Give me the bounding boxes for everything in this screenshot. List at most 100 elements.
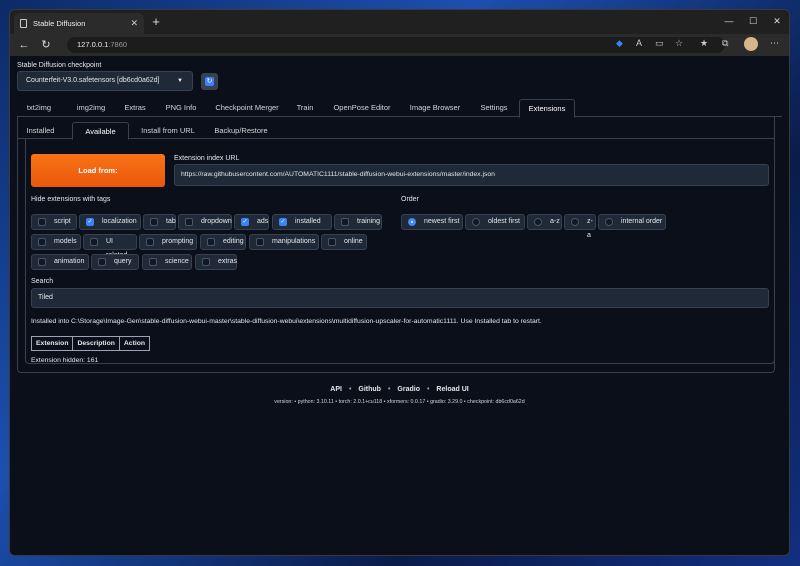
unchecked-box-icon: [256, 238, 264, 246]
page-icon: [20, 19, 27, 28]
collections-icon[interactable]: ⧉: [722, 38, 728, 49]
tag-checkbox-editing[interactable]: editing: [200, 234, 246, 250]
footer-link-api[interactable]: API: [330, 386, 342, 393]
unchecked-box-icon: [207, 238, 215, 246]
subtab-available[interactable]: Available: [72, 122, 129, 140]
maximize-button[interactable]: ☐: [741, 10, 765, 34]
tag-checkbox-script[interactable]: script: [31, 214, 77, 230]
menu-icon[interactable]: ⋯: [770, 38, 779, 49]
tag-label: training: [357, 218, 380, 225]
tab-train[interactable]: Train: [291, 99, 319, 117]
col-description: Description: [72, 336, 120, 351]
tag-checkbox-tab[interactable]: tab: [143, 214, 176, 230]
order-radio-oldest-first[interactable]: oldest first: [465, 214, 525, 230]
unchecked-box-icon: [90, 238, 98, 246]
tag-checkbox-ui-related[interactable]: UI related: [83, 234, 137, 259]
window-controls: — ☐ ✕: [717, 10, 789, 34]
favorite-icon[interactable]: ☆: [675, 38, 683, 49]
close-window-button[interactable]: ✕: [765, 10, 789, 34]
checkpoint-dropdown[interactable]: Counterfeit-V3.0.safetensors [db6cd0a62d…: [17, 71, 193, 91]
search-label: Search: [31, 278, 54, 285]
main-tabs: txt2img img2img Extras PNG Info Checkpoi…: [17, 99, 782, 118]
url-field[interactable]: i127.0.0.1:7860: [67, 37, 725, 308]
tag-label: prompting: [162, 238, 194, 245]
profile-avatar[interactable]: [744, 37, 758, 51]
subtab-installed[interactable]: Installed: [18, 122, 63, 139]
tag-checkbox-science[interactable]: science: [142, 254, 192, 270]
radio-icon: [605, 218, 613, 226]
tag-checkbox-dropdown[interactable]: dropdown: [178, 214, 232, 230]
tag-checkbox-prompting[interactable]: prompting: [139, 234, 197, 250]
tab-txt2img[interactable]: txt2img: [17, 99, 61, 117]
subtab-install-from-url[interactable]: Install from URL: [133, 122, 203, 139]
favorites-icon[interactable]: ★: [700, 38, 708, 49]
tag-checkbox-online[interactable]: online: [321, 234, 367, 250]
radio-icon: [534, 218, 542, 226]
unchecked-box-icon: [38, 218, 46, 226]
tag-checkbox-models[interactable]: models: [31, 234, 81, 250]
minimize-button[interactable]: —: [717, 10, 741, 34]
reload-icon[interactable]: ↻: [38, 37, 54, 53]
footer-link-reload-ui[interactable]: Reload UI: [436, 386, 468, 393]
tab-image-browser[interactable]: Image Browser: [403, 99, 467, 117]
load-from-button[interactable]: Load from:: [31, 154, 165, 187]
tag-label: manipulations: [272, 238, 316, 245]
tag-checkbox-animation[interactable]: animation: [31, 254, 89, 270]
refresh-checkpoint-button[interactable]: ↻: [201, 73, 218, 90]
tag-label: localization: [102, 218, 137, 225]
tab-settings[interactable]: Settings: [473, 99, 515, 117]
col-extension: Extension: [30, 336, 74, 351]
unchecked-box-icon: [185, 218, 193, 226]
tab-img2img[interactable]: img2img: [68, 99, 114, 117]
tag-label: extras: [218, 258, 238, 265]
unchecked-box-icon: [202, 258, 210, 266]
tag-label: dropdown: [201, 218, 232, 225]
order-label: a-z: [550, 218, 560, 225]
unchecked-box-icon: [150, 218, 158, 226]
webui-page: Stable Diffusion checkpoint Counterfeit-…: [10, 56, 789, 555]
extension-subtabs: Installed Available Install from URL Bac…: [18, 122, 775, 140]
checkpoint-label: Stable Diffusion checkpoint: [17, 62, 102, 69]
checked-box-icon: ✓: [86, 218, 94, 226]
refresh-icon: ↻: [205, 77, 214, 86]
tab-checkpoint-merger[interactable]: Checkpoint Merger: [209, 99, 285, 117]
order-radio-internal-order[interactable]: internal order: [598, 214, 666, 230]
tag-label: tab: [166, 218, 176, 225]
read-aloud-icon[interactable]: A: [636, 38, 642, 48]
tag-label: science: [165, 258, 189, 265]
footer-link-github[interactable]: Github: [358, 386, 381, 393]
tag-checkbox-installed[interactable]: ✓ installed: [272, 214, 332, 230]
url-port: :7860: [108, 40, 128, 49]
new-tab-button[interactable]: +: [147, 13, 165, 31]
subtab-backup-restore[interactable]: Backup/Restore: [208, 122, 274, 139]
tab-extensions[interactable]: Extensions: [519, 99, 575, 118]
order-radio-z-a[interactable]: z-a: [564, 214, 596, 239]
tab-openpose-editor[interactable]: OpenPose Editor: [326, 99, 398, 117]
close-tab-icon[interactable]: ✕: [130, 18, 138, 29]
tag-icon[interactable]: ◆: [616, 38, 623, 49]
extensions-table: Extension Description Action: [30, 336, 151, 351]
order-radio-a-z[interactable]: a-z: [527, 214, 562, 230]
immersive-reader-icon[interactable]: ▭: [655, 38, 664, 49]
tag-checkbox-extras[interactable]: extras: [195, 254, 237, 270]
url-host: 127.0.0.1: [77, 40, 109, 49]
tab-extras[interactable]: Extras: [119, 99, 151, 117]
index-url-input[interactable]: https://raw.githubusercontent.com/AUTOMA…: [174, 164, 769, 186]
tab-png-info[interactable]: PNG Info: [158, 99, 204, 117]
tag-checkbox-manipulations[interactable]: manipulations: [249, 234, 319, 250]
checked-box-icon: ✓: [279, 218, 287, 226]
unchecked-box-icon: [98, 258, 106, 266]
order-radio-newest-first[interactable]: newest first: [401, 214, 463, 230]
order-label: oldest first: [488, 218, 520, 225]
tag-checkbox-localization[interactable]: ✓ localization: [79, 214, 141, 230]
tag-checkbox-training[interactable]: training: [334, 214, 382, 230]
tag-checkbox-query[interactable]: query: [91, 254, 139, 270]
back-icon[interactable]: ←: [16, 37, 32, 53]
browser-tab-title: Stable Diffusion: [33, 19, 86, 28]
search-input[interactable]: Tiled: [31, 288, 769, 308]
footer-link-gradio[interactable]: Gradio: [397, 386, 420, 393]
tag-checkbox-ads[interactable]: ✓ ads: [234, 214, 269, 230]
order-label: newest first: [424, 218, 460, 225]
radio-icon: [408, 218, 416, 226]
browser-tab[interactable]: Stable Diffusion ✕: [14, 13, 144, 34]
